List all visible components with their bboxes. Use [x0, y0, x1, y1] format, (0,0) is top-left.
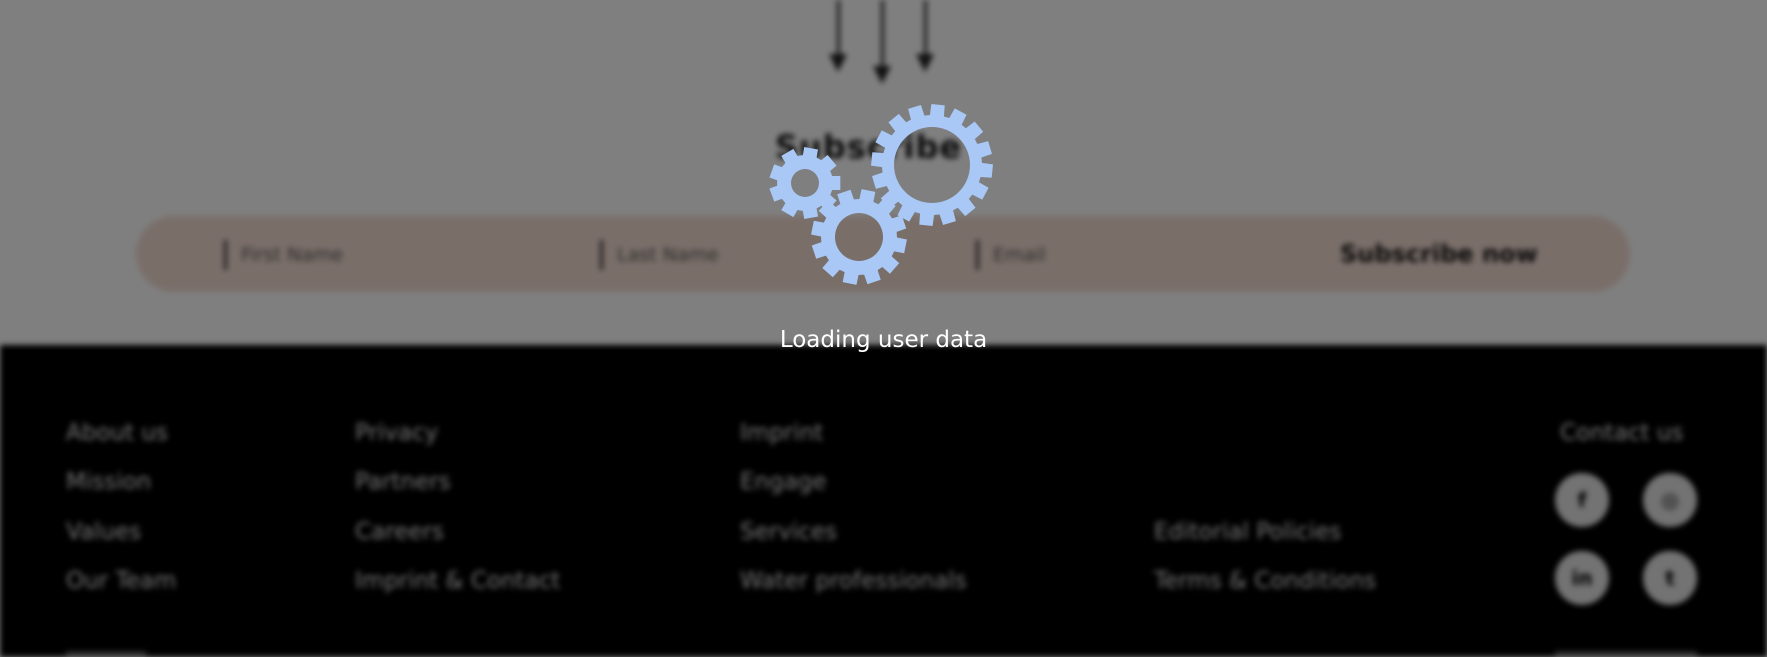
loading-message: Loading user data: [779, 327, 988, 353]
gear-shape: [769, 147, 841, 219]
page: Subscribe First Name Last Name Email Sub…: [0, 0, 1767, 657]
gear-icon: [769, 147, 841, 219]
